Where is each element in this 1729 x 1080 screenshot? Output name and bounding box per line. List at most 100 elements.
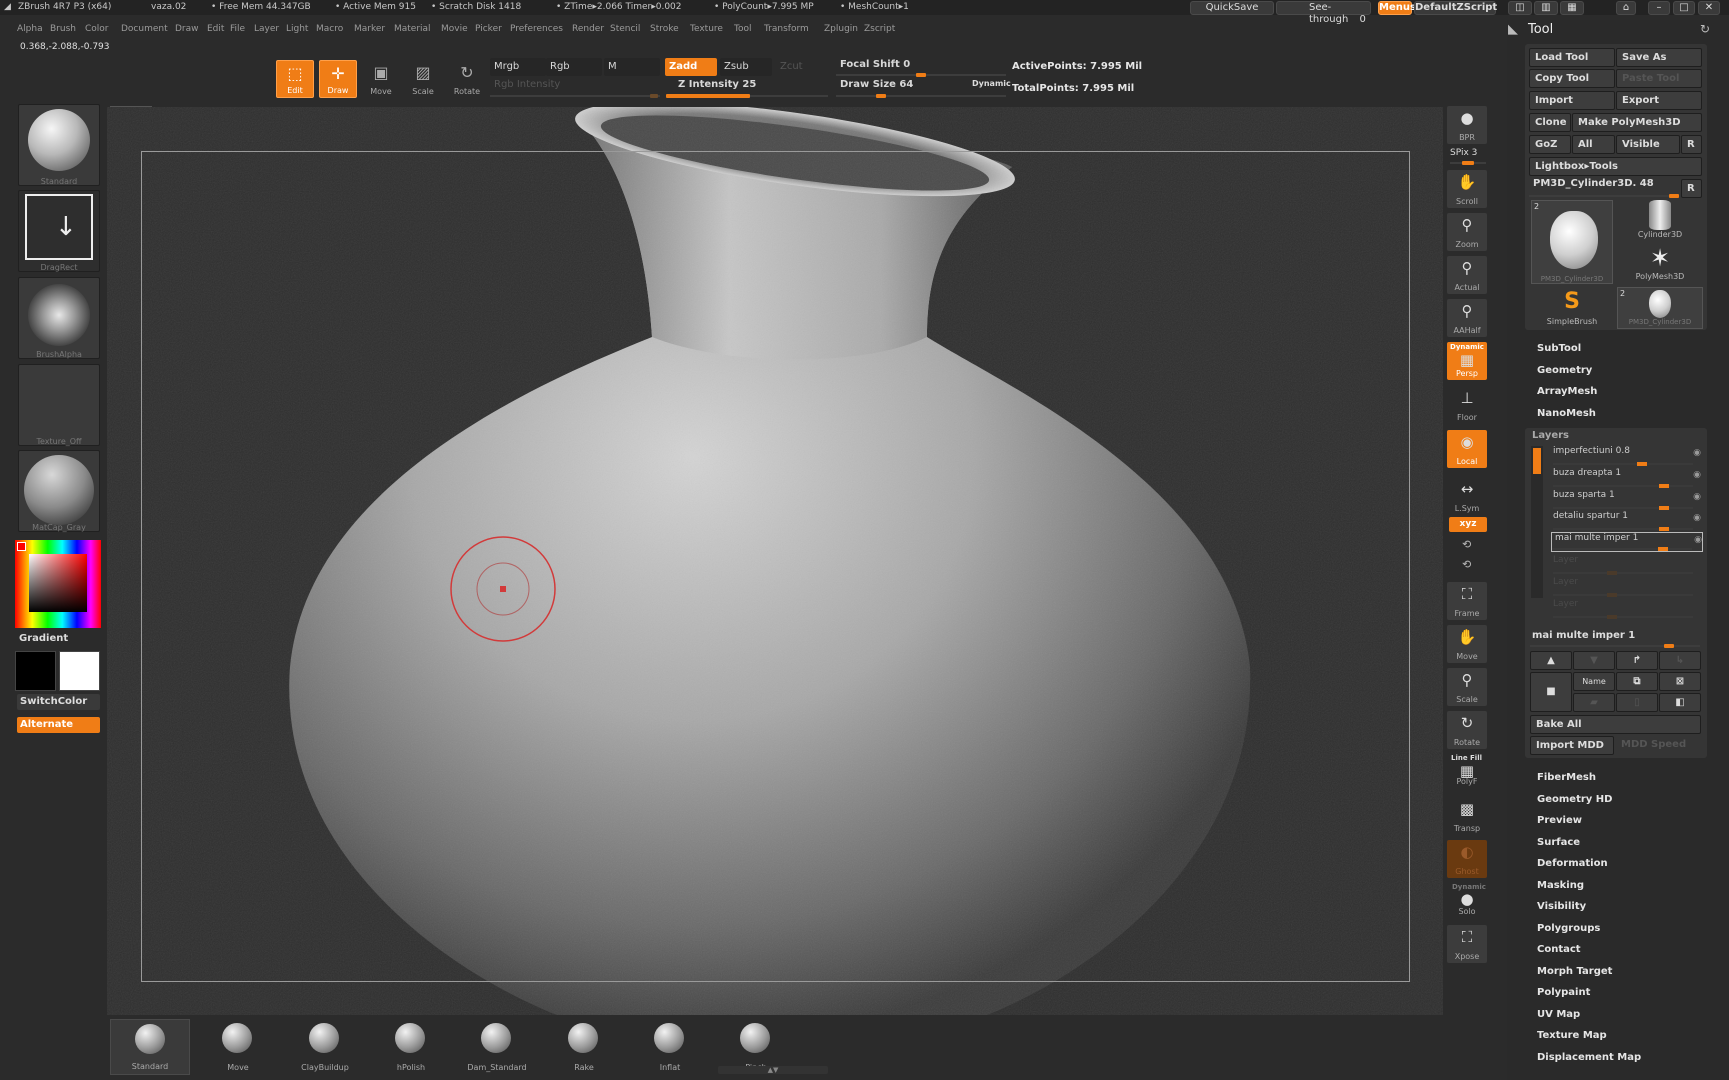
layer-row-selected[interactable]: mai multe imper 1 ◉ <box>1551 532 1703 552</box>
layer-paste-button[interactable]: ▯ <box>1616 693 1658 712</box>
menu-file[interactable]: File <box>230 24 245 34</box>
current-tool-slider[interactable]: PM3D_Cylinder3D. 48 <box>1533 178 1654 189</box>
color-picker[interactable] <box>15 540 101 628</box>
tool-thumb-cylinder[interactable]: Cylinder3D <box>1617 200 1703 242</box>
menu-brush[interactable]: Brush <box>50 24 76 34</box>
layer-row[interactable]: detaliu spartur 1 ◉ <box>1553 511 1701 531</box>
color-saturation-square[interactable] <box>29 554 87 612</box>
aahalf-button[interactable]: ⚲ AAHalf <box>1447 299 1487 337</box>
bpr-button[interactable]: ● BPR <box>1447 106 1487 144</box>
morph-target-section[interactable]: Morph Target <box>1537 966 1612 977</box>
menu-stroke[interactable]: Stroke <box>650 24 679 34</box>
preview-section[interactable]: Preview <box>1537 815 1582 826</box>
zadd-button[interactable]: Zadd <box>665 58 717 76</box>
lightbox-tools-button[interactable]: Lightbox▸Tools <box>1529 157 1702 176</box>
menu-alpha[interactable]: Alpha <box>17 24 43 34</box>
fibermesh-section[interactable]: FiberMesh <box>1537 772 1596 783</box>
gradient-label[interactable]: Gradient <box>19 633 68 644</box>
maximize-icon[interactable]: □ <box>1673 1 1695 15</box>
layer-name-button[interactable]: Name <box>1573 672 1615 691</box>
layer-strength-track[interactable] <box>1553 506 1693 510</box>
see-through-slider[interactable]: See-through 0 <box>1276 1 1371 25</box>
menu-document[interactable]: Document <box>121 24 168 34</box>
menu-render[interactable]: Render <box>572 24 604 34</box>
zcut-button[interactable]: Zcut <box>776 58 828 76</box>
empty-layer-row[interactable]: Layer <box>1553 577 1701 597</box>
alpha-thumbnail[interactable]: BrushAlpha <box>18 277 100 359</box>
polypaint-section[interactable]: Polypaint <box>1537 987 1590 998</box>
layers-scroll-thumb[interactable] <box>1533 448 1541 474</box>
quicksave-button[interactable]: QuickSave <box>1190 1 1274 15</box>
tool-thumb-pm3d-2[interactable]: 2 PM3D_Cylinder3D <box>1617 287 1703 329</box>
layers-title[interactable]: Layers <box>1532 430 1569 441</box>
layer-redirect-button[interactable]: ↱ <box>1616 651 1658 670</box>
floor-button[interactable]: ⊥ Floor <box>1447 386 1487 424</box>
eye-icon[interactable]: ◉ <box>1693 492 1701 502</box>
uv-map-section[interactable]: UV Map <box>1537 1009 1580 1020</box>
clone-button[interactable]: Clone <box>1529 113 1571 132</box>
brush-dam-standard[interactable]: Dam_Standard <box>457 1019 537 1075</box>
layer-copy-button[interactable]: ⧉ <box>1616 672 1658 691</box>
xyz-button[interactable]: xyz <box>1449 517 1487 532</box>
secondary-color-swatch[interactable] <box>59 651 100 691</box>
selected-layer-slider[interactable]: mai multe imper 1 <box>1532 630 1635 641</box>
local-button[interactable]: ◉ Local <box>1447 430 1487 468</box>
deformation-section[interactable]: Deformation <box>1537 858 1608 869</box>
subtool-section[interactable]: SubTool <box>1537 343 1581 354</box>
brush-standard[interactable]: Standard <box>110 1019 190 1075</box>
geometry-section[interactable]: Geometry <box>1537 365 1592 376</box>
move-view-button[interactable]: ✋ Move <box>1447 625 1487 663</box>
scale-button[interactable]: ▨ Scale <box>404 60 442 98</box>
goz-visible-button[interactable]: Visible <box>1616 135 1680 154</box>
import-mdd-button[interactable]: Import MDD <box>1530 736 1614 755</box>
layer-up-button[interactable]: ▲ <box>1530 651 1572 670</box>
brush-hpolish[interactable]: hPolish <box>371 1019 451 1075</box>
layer-strength-track[interactable] <box>1553 527 1693 531</box>
tool-thumb-simplebrush[interactable]: S SimpleBrush <box>1531 287 1613 329</box>
tool-title[interactable]: Tool <box>1528 22 1553 37</box>
menu-movie[interactable]: Movie <box>441 24 468 34</box>
nanomesh-section[interactable]: NanoMesh <box>1537 408 1596 419</box>
mrgb-button[interactable]: Mrgb <box>490 58 546 76</box>
zoom-button[interactable]: ⚲ Zoom <box>1447 213 1487 251</box>
texture-map-section[interactable]: Texture Map <box>1537 1030 1607 1041</box>
spix-slider[interactable]: SPix 3 <box>1450 148 1477 158</box>
dynamic-toggle[interactable]: Dynamic <box>972 79 1011 88</box>
layer-new-button[interactable]: ■ <box>1530 672 1572 712</box>
layout-icon-2[interactable]: ▥ <box>1534 1 1558 15</box>
layer-row[interactable]: imperfectiuni 0.8 ◉ <box>1553 446 1701 466</box>
layer-split-button[interactable]: ◧ <box>1659 693 1701 712</box>
rotate-view-button[interactable]: ↻ Rotate <box>1447 711 1487 749</box>
persp-button[interactable]: Dynamic ▦ Persp <box>1447 342 1487 380</box>
shelf-expand-handle[interactable]: ▲▼ <box>718 1066 828 1074</box>
switchcolor-button[interactable]: SwitchColor <box>17 694 100 710</box>
eye-icon[interactable]: ◉ <box>1694 535 1702 545</box>
eye-icon[interactable]: ◉ <box>1693 470 1701 480</box>
layer-record-button[interactable]: ▰ <box>1573 693 1615 712</box>
layer-down-button[interactable]: ▼ <box>1573 651 1615 670</box>
make-polymesh-button[interactable]: Make PolyMesh3D <box>1572 113 1702 132</box>
surface-section[interactable]: Surface <box>1537 837 1580 848</box>
menu-texture[interactable]: Texture <box>690 24 723 34</box>
edit-button[interactable]: ⬚ Edit <box>276 60 314 98</box>
export-button[interactable]: Export <box>1616 91 1702 110</box>
zsub-button[interactable]: Zsub <box>720 58 772 76</box>
eye-icon[interactable]: ◉ <box>1693 513 1701 523</box>
masking-section[interactable]: Masking <box>1537 880 1584 891</box>
import-button[interactable]: Import <box>1529 91 1615 110</box>
tool-thumb-polymesh[interactable]: ✶ PolyMesh3D <box>1617 244 1703 286</box>
layers-scrollbar[interactable] <box>1531 446 1543 598</box>
menu-color[interactable]: Color <box>85 24 109 34</box>
menu-transform[interactable]: Transform <box>764 24 809 34</box>
contact-section[interactable]: Contact <box>1537 944 1581 955</box>
layer-strength-track[interactable] <box>1552 547 1692 551</box>
layer-row[interactable]: buza dreapta 1 ◉ <box>1553 468 1701 488</box>
rotate-z-icon[interactable]: ⟲ <box>1462 558 1471 571</box>
transp-button[interactable]: ▩ Transp <box>1447 797 1487 835</box>
layout-icon-3[interactable]: ▦ <box>1560 1 1584 15</box>
layer-merge-button[interactable]: ↳ <box>1659 651 1701 670</box>
visibility-section[interactable]: Visibility <box>1537 901 1586 912</box>
menu-light[interactable]: Light <box>286 24 308 34</box>
menu-layer[interactable]: Layer <box>254 24 279 34</box>
frame-button[interactable]: ⛶ Frame <box>1447 582 1487 620</box>
